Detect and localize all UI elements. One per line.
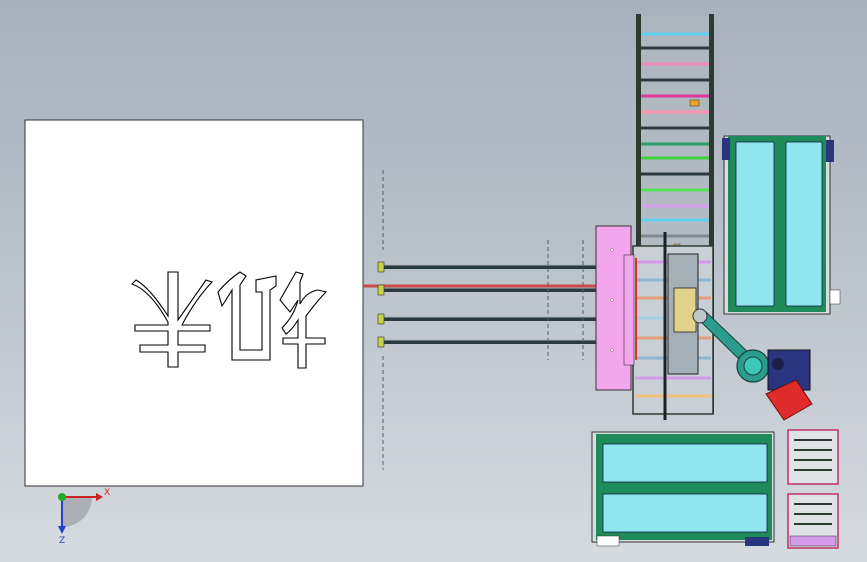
y-axis-dot: [58, 493, 66, 501]
right-table-clamp-tr: [826, 140, 834, 162]
z-axis-label: Z: [59, 536, 65, 546]
triad-shadow: [62, 497, 92, 527]
bottom-table-foot-left: [596, 535, 620, 547]
guide-rails: [363, 170, 600, 470]
right-panel-2: [785, 141, 823, 307]
central-machine: [623, 232, 714, 420]
robot-wrist: [692, 308, 708, 324]
x-axis-arrow: [96, 493, 103, 501]
right-table-foot: [829, 289, 841, 305]
rack-2-base: [789, 535, 837, 547]
rail-clamp-4: [377, 336, 385, 348]
bottom-panel-2: [602, 493, 768, 533]
conveyor-sensor: [689, 99, 700, 107]
machine-left-post: [623, 254, 635, 366]
small-racks: [787, 429, 839, 549]
bottom-panel-1: [602, 443, 768, 483]
bottom-table: [591, 431, 775, 547]
right-table: [722, 135, 841, 315]
axis-triad: X Z: [58, 488, 110, 546]
rail-clamp-1: [377, 261, 385, 273]
x-axis-label: X: [104, 488, 110, 498]
cad-viewport: X Z: [24, 14, 841, 549]
right-table-clamp-tl: [722, 138, 730, 160]
rack-1: [787, 429, 839, 485]
bottom-table-clamp-br: [745, 537, 769, 546]
rail-clamp-3: [377, 313, 385, 325]
z-axis-arrow: [58, 526, 66, 534]
white-panel: [24, 119, 364, 487]
machine-head: [673, 287, 697, 333]
rail-clamp-2: [377, 284, 385, 296]
right-panel-1: [735, 141, 775, 307]
